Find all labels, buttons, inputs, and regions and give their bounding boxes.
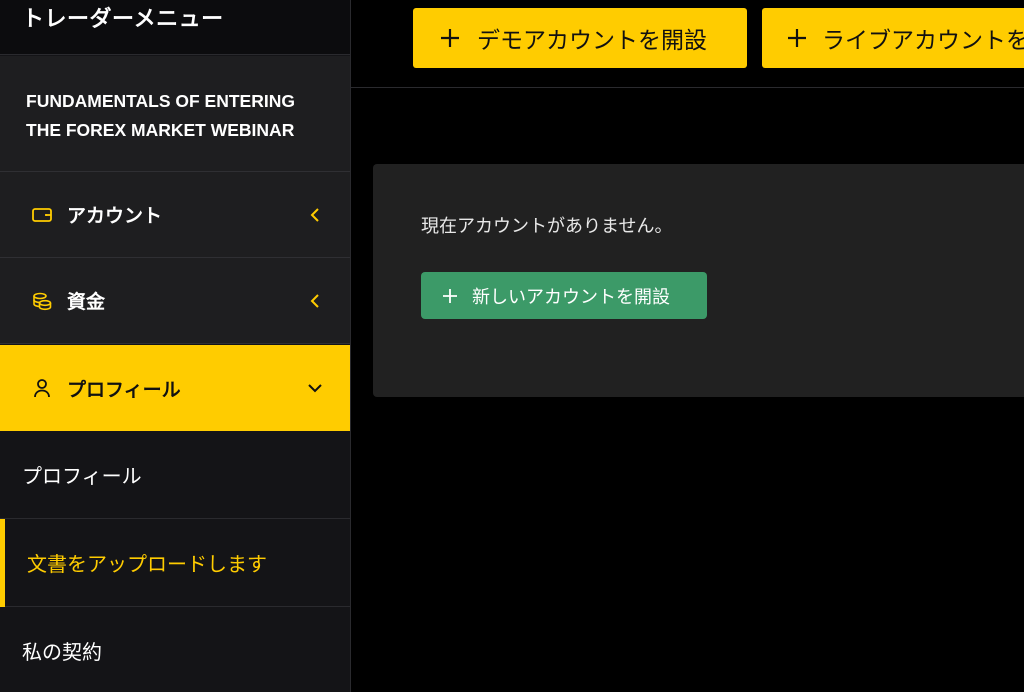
chevron-left-icon (308, 207, 322, 222)
open-live-account-button[interactable]: ライブアカウントを開設 (762, 8, 1024, 68)
plus-icon (786, 25, 808, 51)
plus-icon (437, 25, 463, 51)
top-bar: デモアカウントを開設 ライブアカウントを開設 (351, 0, 1024, 88)
sidebar-item-funds[interactable]: 資金 (0, 258, 350, 344)
sidebar-subitem-profile[interactable]: プロフィール (0, 431, 350, 519)
open-demo-account-label: デモアカウントを開設 (477, 28, 707, 54)
empty-accounts-message: 現在アカウントがありません。 (421, 216, 673, 237)
accounts-card: 現在アカウントがありません。 新しいアカウントを開設 (373, 164, 1024, 397)
promo-line-2: THE FOREX MARKET WEBINAR (26, 120, 295, 140)
sidebar-item-account[interactable]: アカウント (0, 172, 350, 258)
sidebar-item-label: アカウント (67, 205, 163, 227)
menu-title: トレーダーメニュー (0, 0, 350, 55)
promo-line-1: FUNDAMENTALS OF ENTERING (26, 91, 295, 111)
sidebar: トレーダーメニュー FUNDAMENTALS OF ENTERING THE F… (0, 0, 351, 692)
sidebar-item-label: プロフィール (67, 378, 181, 401)
coins-icon (31, 290, 53, 312)
sidebar-item-label: 資金 (67, 291, 106, 313)
chevron-down-icon (308, 381, 322, 395)
wallet-icon (31, 204, 53, 226)
promo-webinar-banner[interactable]: FUNDAMENTALS OF ENTERING THE FOREX MARKE… (0, 56, 350, 172)
open-new-account-label: 新しいアカウントを開設 (472, 286, 670, 308)
chevron-left-icon (308, 293, 322, 308)
sidebar-subitem-upload-documents[interactable]: 文書をアップロードします (0, 519, 350, 607)
sidebar-item-profile[interactable]: プロフィール (0, 345, 350, 431)
open-new-account-button[interactable]: 新しいアカウントを開設 (421, 272, 707, 319)
open-demo-account-button[interactable]: デモアカウントを開設 (413, 8, 747, 68)
plus-icon (441, 287, 459, 305)
open-live-account-label: ライブアカウントを開設 (822, 28, 1024, 54)
sidebar-subitem-my-contracts[interactable]: 私の契約 (0, 607, 350, 692)
user-icon (31, 377, 53, 399)
